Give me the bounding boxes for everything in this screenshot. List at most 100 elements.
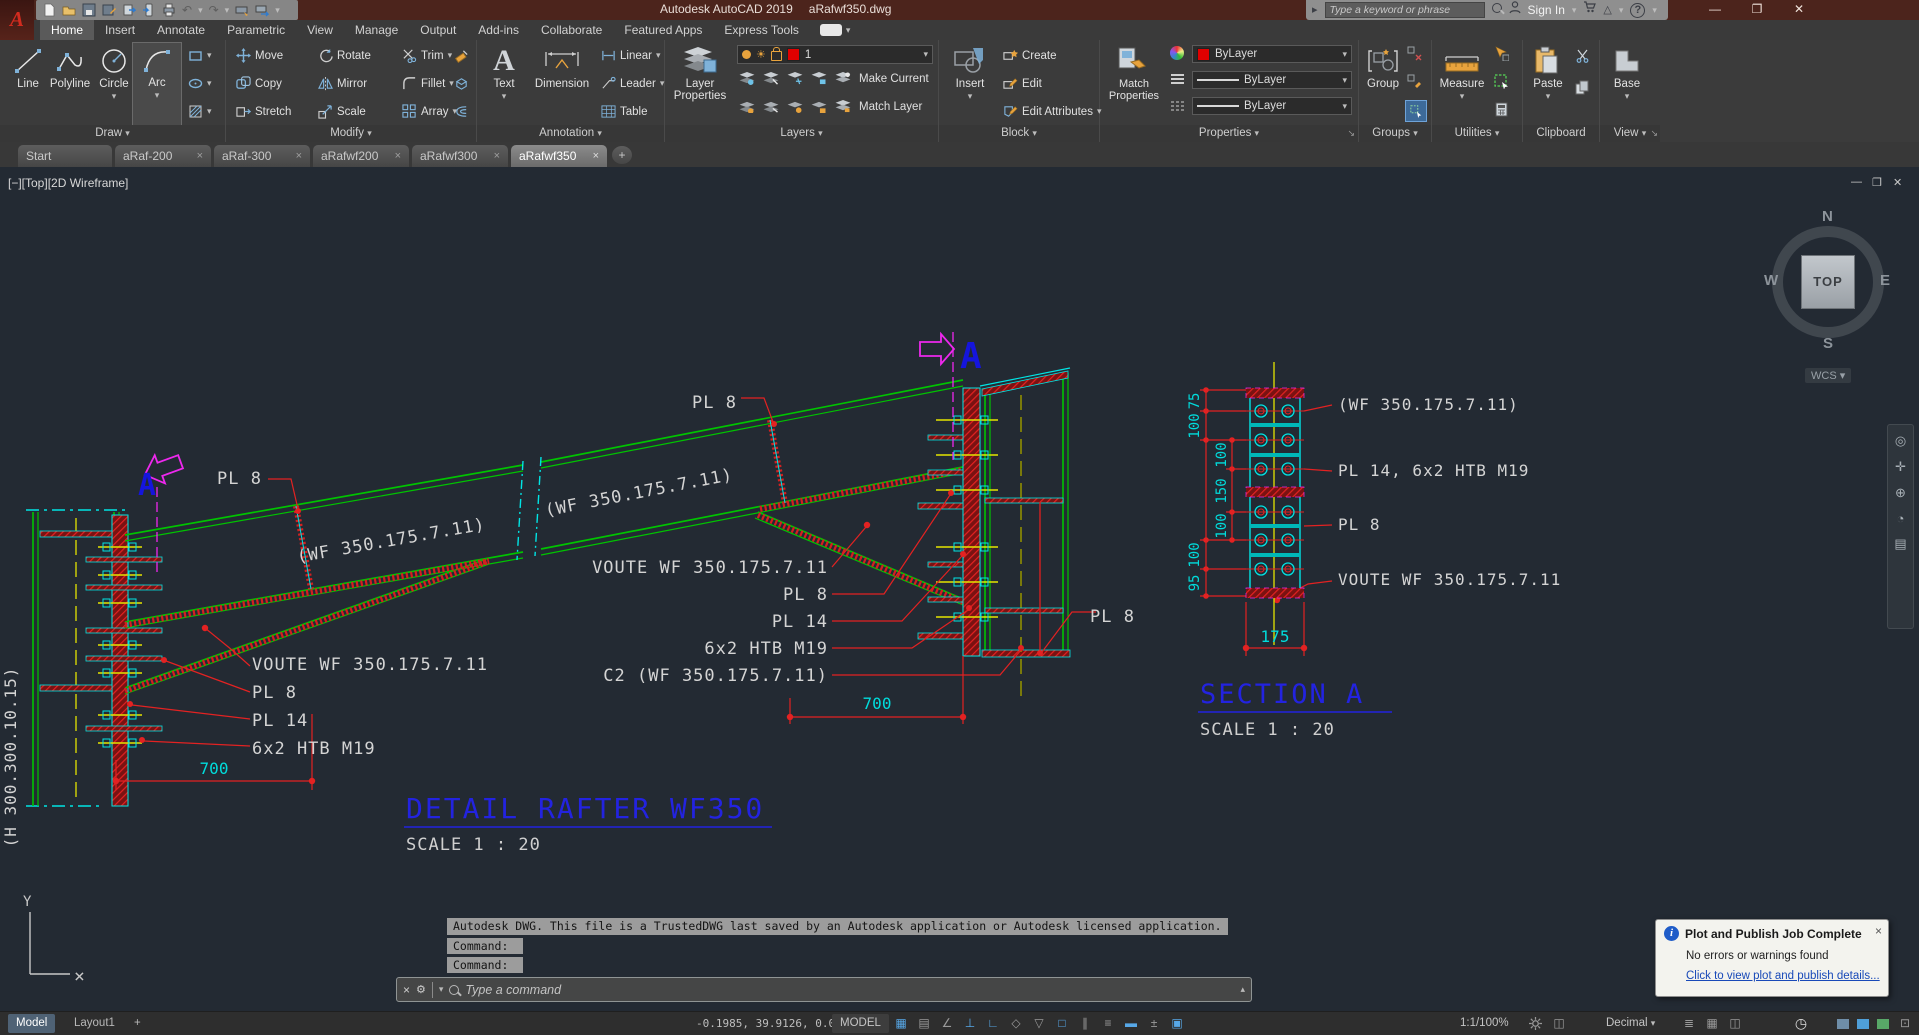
transparency-icon[interactable]: ▬ bbox=[1120, 1014, 1142, 1033]
tab-insert[interactable]: Insert bbox=[94, 20, 146, 40]
properties-expander-icon[interactable]: ↘ bbox=[1347, 125, 1355, 141]
panel-label-view[interactable]: View ▾ ↘ bbox=[1600, 125, 1660, 142]
hatch-tool[interactable]: ▾ bbox=[188, 104, 212, 119]
close-tab-icon[interactable]: × bbox=[494, 145, 500, 167]
otrack-icon[interactable]: ∥ bbox=[1074, 1014, 1096, 1033]
quick-properties-icon[interactable]: ≣ bbox=[1678, 1014, 1700, 1033]
a360-icon[interactable]: △ bbox=[1603, 1, 1611, 19]
panel-label-groups[interactable]: Groups ▾ bbox=[1359, 125, 1431, 142]
linear-button[interactable]: Linear ▾ bbox=[601, 48, 661, 63]
panel-label-properties[interactable]: Properties ▾ ↘ bbox=[1100, 125, 1358, 142]
table-button[interactable]: Table bbox=[601, 104, 648, 119]
graphics-performance-icon[interactable]: ◷ bbox=[1790, 1014, 1812, 1033]
panel-label-block[interactable]: Block ▾ bbox=[939, 125, 1099, 142]
array-button[interactable]: Array ▾ bbox=[402, 104, 457, 119]
close-tab-icon[interactable]: × bbox=[197, 145, 203, 167]
clean-screen-icon[interactable]: ⊡ bbox=[1894, 1014, 1916, 1033]
edit-attributes-button[interactable]: Edit Attributes ▾ bbox=[1003, 104, 1102, 119]
snap-toggle-icon[interactable]: ▤ bbox=[913, 1014, 935, 1033]
base-dropdown-icon[interactable]: ▾ bbox=[1625, 91, 1630, 101]
help-icon[interactable]: ? bbox=[1630, 2, 1646, 18]
viewcube-south[interactable]: S bbox=[1823, 335, 1833, 352]
ortho-toggle-icon[interactable]: ∟ bbox=[982, 1014, 1004, 1033]
panel-label-clipboard[interactable]: Clipboard bbox=[1523, 125, 1599, 142]
selection-cycling-icon[interactable]: ± bbox=[1143, 1014, 1165, 1033]
viewport-controls[interactable]: [−][Top][2D Wireframe] bbox=[8, 176, 128, 190]
annotation-scale-button[interactable]: 1:1/100% bbox=[1452, 1014, 1517, 1033]
insert-button[interactable]: Insert ▾ bbox=[945, 44, 995, 102]
ribbon-dropdown-icon[interactable]: ▾ bbox=[846, 20, 851, 40]
panel-label-layers[interactable]: Layers ▾ bbox=[665, 125, 938, 142]
move-button[interactable]: Move bbox=[236, 48, 283, 63]
vp-restore-icon[interactable]: ❐ bbox=[1872, 176, 1882, 189]
text-button[interactable]: A Text ▾ bbox=[481, 44, 527, 102]
match-layer-icon[interactable] bbox=[835, 100, 851, 113]
a360-dropdown-icon[interactable]: ▾ bbox=[1619, 1, 1624, 19]
paste-button[interactable]: Paste ▾ bbox=[1525, 44, 1571, 102]
cut-button[interactable] bbox=[1575, 48, 1590, 63]
navigation-bar[interactable]: ◎ ✛ ⊕ ◔ ▤ bbox=[1887, 424, 1914, 629]
panel-label-modify[interactable]: Modify ▾ bbox=[226, 125, 476, 142]
create-block-button[interactable]: Create bbox=[1003, 48, 1057, 63]
file-tab-arafwf200[interactable]: aRafwf200 × bbox=[313, 145, 409, 167]
file-tab-arafwf300[interactable]: aRafwf300 × bbox=[412, 145, 508, 167]
viewcube-north[interactable]: N bbox=[1822, 208, 1833, 225]
plot-status-icon[interactable] bbox=[1832, 1014, 1854, 1033]
file-tab-araf300[interactable]: aRaf-300 × bbox=[214, 145, 310, 167]
paste-dropdown-icon[interactable]: ▾ bbox=[1546, 91, 1551, 101]
text-dropdown-icon[interactable]: ▾ bbox=[502, 91, 507, 101]
help-dropdown-icon[interactable]: ▾ bbox=[1652, 1, 1657, 19]
make-current-icon[interactable] bbox=[835, 72, 851, 85]
measure-button[interactable]: Measure ▾ bbox=[1434, 44, 1490, 102]
plot-queue-icon[interactable] bbox=[1852, 1014, 1874, 1033]
base-button[interactable]: Base ▾ bbox=[1604, 44, 1650, 102]
quick-select-button[interactable] bbox=[1494, 74, 1509, 89]
scale-button[interactable]: Scale bbox=[318, 104, 366, 119]
calculator-button[interactable] bbox=[1494, 102, 1509, 117]
layer-freeze-icon[interactable] bbox=[787, 72, 803, 85]
model-space-tab[interactable]: Model bbox=[8, 1014, 56, 1033]
model-space[interactable]: A A Y × PL 8 (WF 350.175.7.11) (WF 350.1… bbox=[0, 167, 1919, 1011]
layer-select[interactable]: ☀ 1 ▾ bbox=[737, 45, 933, 64]
tab-home[interactable]: Home bbox=[40, 20, 95, 40]
make-current-button[interactable]: Make Current bbox=[859, 73, 929, 85]
wcs-menu[interactable]: WCS ▾ bbox=[1805, 368, 1852, 383]
dynamic-input-icon[interactable]: ⊥ bbox=[959, 1014, 981, 1033]
layer-unisolate-icon[interactable] bbox=[763, 100, 779, 113]
showmotion-icon[interactable]: ▤ bbox=[1894, 536, 1906, 552]
search-icon[interactable] bbox=[1491, 1, 1502, 19]
object-color-select[interactable]: ByLayer ▾ bbox=[1192, 45, 1352, 63]
stretch-button[interactable]: Stretch bbox=[236, 104, 291, 119]
trim-dropdown-icon[interactable]: ▾ bbox=[448, 50, 453, 61]
tab-express-tools[interactable]: Express Tools bbox=[713, 20, 809, 40]
tab-annotate[interactable]: Annotate bbox=[146, 20, 216, 40]
layer-unlock2-icon[interactable] bbox=[811, 100, 827, 113]
orbit-icon[interactable]: ◔ bbox=[1897, 511, 1905, 526]
trusted-autodesk-icon[interactable] bbox=[1872, 1014, 1894, 1033]
new-file-icon[interactable] bbox=[42, 3, 56, 17]
app-store-icon[interactable] bbox=[1583, 1, 1597, 19]
tab-featured-apps[interactable]: Featured Apps bbox=[613, 20, 713, 40]
linetype-select[interactable]: ByLayer ▾ bbox=[1192, 97, 1352, 115]
minimize-button[interactable]: — bbox=[1700, 1, 1730, 19]
layer-off-icon[interactable] bbox=[739, 72, 755, 85]
match-layer-button[interactable]: Match Layer bbox=[859, 101, 922, 113]
color-dropdown-icon[interactable]: ▾ bbox=[1342, 49, 1347, 60]
layer-isolate-icon[interactable] bbox=[763, 72, 779, 85]
command-input[interactable]: Type a command bbox=[465, 983, 561, 997]
redo-icon[interactable]: ↷ bbox=[209, 3, 219, 17]
close-tab-icon[interactable]: × bbox=[593, 145, 599, 167]
close-tab-icon[interactable]: × bbox=[296, 145, 302, 167]
trim-button[interactable]: Trim ▾ bbox=[402, 48, 452, 63]
panel-label-annotation[interactable]: Annotation ▾ bbox=[477, 125, 664, 142]
undo-dropdown-icon[interactable]: ▾ bbox=[198, 3, 203, 17]
lineweight-select[interactable]: ByLayer ▾ bbox=[1192, 71, 1352, 89]
notification-link[interactable]: Click to view plot and publish details..… bbox=[1686, 970, 1880, 982]
layer-on2-icon[interactable] bbox=[739, 100, 755, 113]
mirror-button[interactable]: Mirror bbox=[318, 76, 367, 91]
units-button[interactable]: Decimal ▾ bbox=[1598, 1014, 1663, 1033]
file-tab-araf200[interactable]: aRaf-200 × bbox=[115, 145, 211, 167]
viewcube-top-face[interactable]: TOP bbox=[1801, 255, 1855, 309]
group-selection-toggle[interactable] bbox=[1405, 100, 1427, 122]
group-edit-button[interactable] bbox=[1407, 74, 1422, 89]
